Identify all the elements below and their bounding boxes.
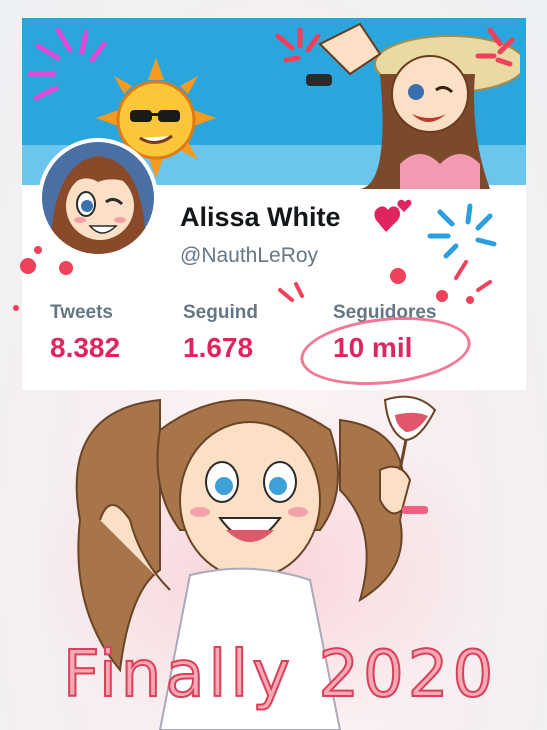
profile-name: Alissa White xyxy=(180,202,341,232)
profile-handle: @NauthLeRoy xyxy=(180,244,319,267)
avatar-image xyxy=(42,142,154,254)
heart-icon xyxy=(374,199,412,232)
finally-caption: Finally 2020 xyxy=(62,637,497,713)
stat-label-following: Seguind xyxy=(183,302,258,323)
stat-value-tweets[interactable]: 8.382 xyxy=(50,332,120,364)
banner-character-illustration xyxy=(306,22,520,189)
avatar[interactable] xyxy=(38,138,158,258)
caption-text: Finally 2020 xyxy=(63,638,497,712)
stat-label-tweets: Tweets xyxy=(50,302,114,323)
stat-value-following[interactable]: 1.678 xyxy=(183,332,253,364)
